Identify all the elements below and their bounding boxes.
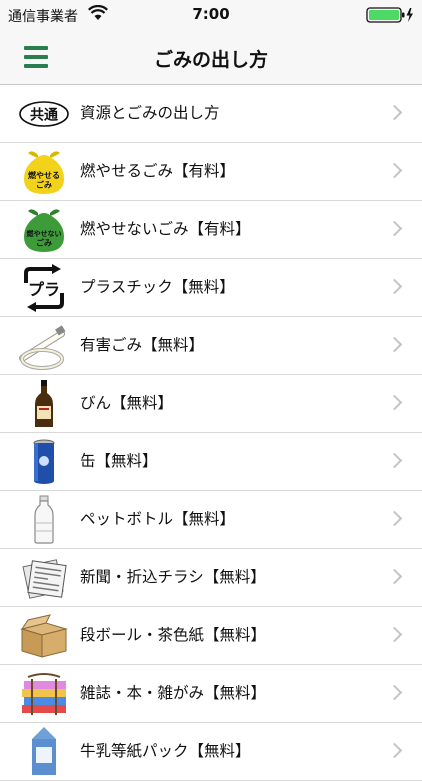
plastic-recycling-mark-icon: プラ (24, 264, 64, 312)
list-item-label: 段ボール・茶色紙【無料】 (80, 626, 267, 644)
garbage-category-list: 共通 資源とごみの出し方 燃やせる ごみ 燃やせるごみ【有料】 燃やせない ごみ… (0, 85, 422, 781)
list-item-label: ペットボトル【無料】 (80, 510, 236, 528)
chevron-right-icon (386, 220, 403, 237)
green-garbage-bag-icon: 燃やせない ごみ (24, 209, 64, 252)
list-item-burnable[interactable]: 燃やせる ごみ 燃やせるごみ【有料】 (0, 143, 422, 201)
list-item-label: 有害ごみ【無料】 (80, 336, 205, 354)
list-item-non-burnable[interactable]: 燃やせない ごみ 燃やせないごみ【有料】 (0, 201, 422, 259)
list-item-label: 資源とごみの出し方 (80, 104, 220, 122)
navigation-bar: ごみの出し方 (0, 30, 422, 85)
chevron-right-icon (386, 162, 403, 179)
list-item-magazine[interactable]: 雑誌・本・雑がみ【無料】 (0, 665, 422, 723)
list-item-milk-carton[interactable]: 牛乳等紙パック【無料】 (0, 723, 422, 781)
chevron-right-icon (386, 684, 403, 701)
status-bar: 通信事業者 7:00 (0, 0, 422, 30)
chevron-right-icon (386, 568, 403, 585)
svg-text:燃やせない: 燃やせない (26, 229, 62, 238)
newspaper-icon (22, 559, 67, 599)
list-item-hazardous[interactable]: 有害ごみ【無料】 (0, 317, 422, 375)
wifi-icon (88, 5, 108, 20)
chevron-right-icon (386, 278, 403, 295)
chevron-right-icon (386, 104, 403, 121)
svg-text:プラ: プラ (28, 280, 60, 299)
list-item-newspaper[interactable]: 新聞・折込チラシ【無料】 (0, 549, 422, 607)
chevron-right-icon (386, 394, 403, 411)
svg-text:燃やせる: 燃やせる (28, 170, 60, 180)
chevron-right-icon (386, 452, 403, 469)
battery-icon (366, 7, 413, 23)
pet-bottle-icon (34, 495, 54, 544)
list-item-bottle[interactable]: びん【無料】 (0, 375, 422, 433)
svg-text:ごみ: ごみ (36, 180, 52, 190)
page-title: ごみの出し方 (153, 49, 268, 71)
hamburger-menu-icon[interactable] (24, 46, 48, 68)
list-item-common[interactable]: 共通 資源とごみの出し方 (0, 85, 422, 143)
glass-bottle-icon (35, 380, 53, 427)
chevron-right-icon (386, 742, 403, 759)
svg-text:ごみ: ごみ (36, 238, 52, 248)
list-item-label: 牛乳等紙パック【無料】 (80, 742, 251, 760)
aluminum-can-icon (33, 439, 55, 484)
yellow-garbage-bag-icon: 燃やせる ごみ (24, 151, 64, 194)
chevron-right-icon (386, 626, 403, 643)
common-label-text: 共通 (30, 107, 58, 124)
fluorescent-tube-icon (18, 325, 66, 370)
list-item-label: 缶【無料】 (80, 452, 158, 470)
list-item-label: 新聞・折込チラシ【無料】 (80, 568, 266, 586)
list-item-label: 雑誌・本・雑がみ【無料】 (80, 684, 267, 702)
list-item-pet-bottle[interactable]: ペットボトル【無料】 (0, 491, 422, 549)
list-item-label: 燃やせるごみ【有料】 (80, 162, 236, 180)
magazine-bundle-icon (22, 673, 66, 715)
list-item-label: 燃やせないごみ【有料】 (80, 220, 251, 238)
cardboard-box-icon (20, 614, 68, 658)
milk-carton-icon (32, 727, 56, 775)
list-item-plastic[interactable]: プラ プラスチック【無料】 (0, 259, 422, 317)
chevron-right-icon (386, 510, 403, 527)
list-item-label: プラスチック【無料】 (80, 278, 235, 296)
list-item-label: びん【無料】 (80, 394, 174, 412)
list-item-cardboard[interactable]: 段ボール・茶色紙【無料】 (0, 607, 422, 665)
list-item-can[interactable]: 缶【無料】 (0, 433, 422, 491)
common-label-icon: 共通 (19, 101, 69, 127)
chevron-right-icon (386, 336, 403, 353)
carrier-label: 通信事業者 (8, 9, 78, 25)
